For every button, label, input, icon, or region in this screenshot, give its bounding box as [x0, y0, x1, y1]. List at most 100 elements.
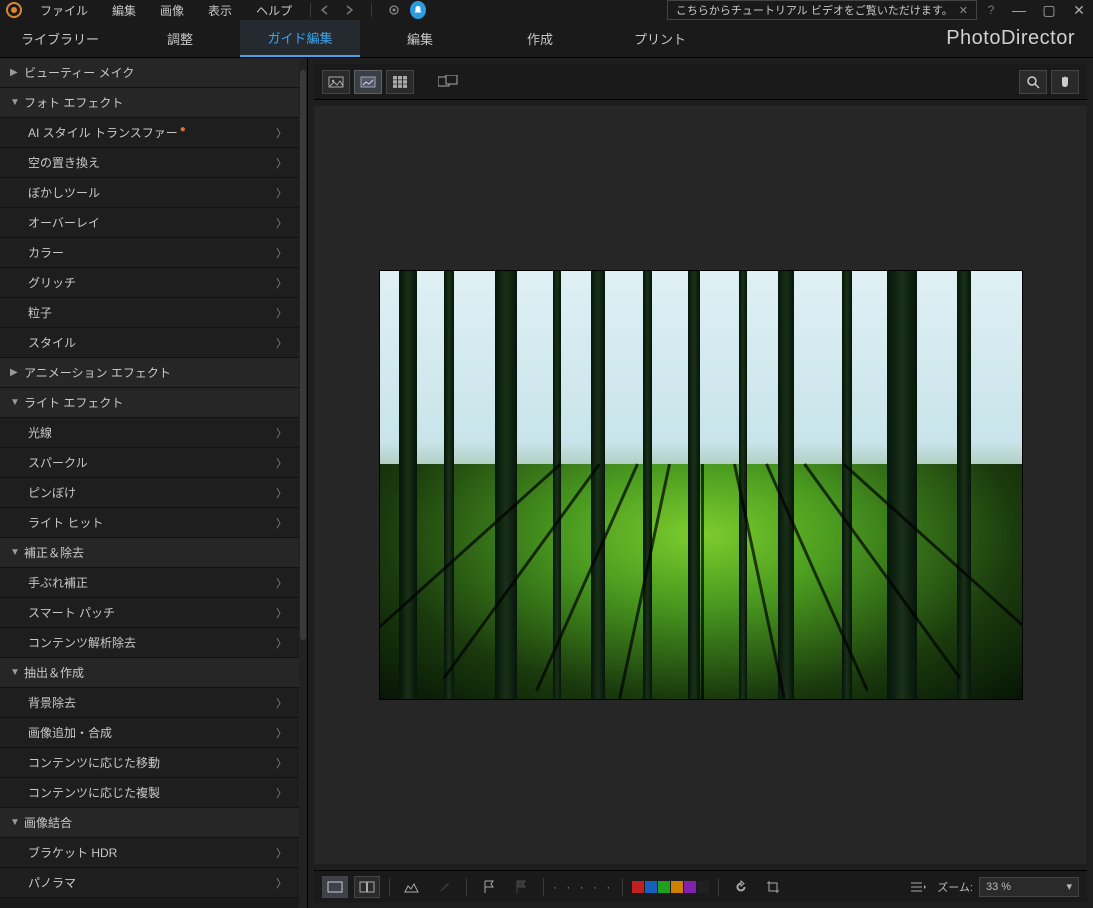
undo-icon[interactable] — [317, 2, 333, 18]
app-brand-label: PhotoDirector — [928, 20, 1093, 57]
chevron-right-icon: 〉 — [276, 335, 287, 351]
chevron-down-icon: ▼ — [10, 547, 24, 558]
list-toggle-icon[interactable] — [905, 876, 931, 898]
sidebar-item[interactable]: 空の置き換え〉 — [0, 148, 299, 178]
viewer-panel: · · · · · ズーム: 33 % ▾ — [308, 58, 1093, 908]
histogram-toggle-icon[interactable] — [399, 876, 425, 898]
sidebar-item-label: 背景除去 — [28, 694, 76, 711]
tab-create[interactable]: 作成 — [480, 20, 600, 57]
tab-edit[interactable]: 編集 — [360, 20, 480, 57]
close-icon[interactable]: ✕ — [959, 4, 968, 17]
sidebar-item[interactable]: 背景除去 〉 — [0, 688, 299, 718]
sidebar-category-label: 補正＆除去 — [24, 544, 84, 561]
tab-guided-edit[interactable]: ガイド編集 — [240, 20, 360, 57]
sidebar-item[interactable]: スパークル〉 — [0, 448, 299, 478]
sidebar-item-label: コンテンツに応じた移動 — [28, 754, 160, 771]
sidebar-item[interactable]: グリッチ〉 — [0, 268, 299, 298]
sidebar-item-label: スパークル — [28, 454, 88, 471]
sidebar-category[interactable]: ▼抽出＆作成 — [0, 658, 299, 688]
chevron-right-icon: ▶ — [10, 67, 24, 78]
sidebar-item[interactable]: 画像追加・合成〉 — [0, 718, 299, 748]
tab-print[interactable]: プリント — [600, 20, 720, 57]
color-swatch[interactable] — [632, 881, 644, 893]
sidebar-item[interactable]: コンテンツ解析除去〉 — [0, 628, 299, 658]
rotate-icon[interactable] — [728, 876, 754, 898]
chevron-right-icon: 〉 — [276, 305, 287, 321]
menu-edit[interactable]: 編集 — [100, 2, 148, 19]
sidebar-item[interactable]: スタイル 〉 — [0, 328, 299, 358]
sidebar-item-label: 粒子 — [28, 304, 52, 321]
sidebar-category[interactable]: ▼フォト エフェクト — [0, 88, 299, 118]
sidebar-item[interactable]: ピンぼけ〉 — [0, 478, 299, 508]
sidebar-item[interactable]: カラー〉 — [0, 238, 299, 268]
app-logo-icon — [4, 0, 24, 20]
sidebar-item-label: 手ぶれ補正 — [28, 574, 88, 591]
sidebar-category[interactable]: ▶ビューティー メイク — [0, 58, 299, 88]
color-swatch[interactable] — [697, 881, 709, 893]
tutorial-banner-button[interactable]: こちらからチュートリアル ビデオをご覧いただけます。 ✕ — [667, 0, 977, 20]
sidebar-category[interactable]: ▶アニメーション エフェクト — [0, 358, 299, 388]
sidebar-item-label: 空の置き換え — [28, 154, 100, 171]
crop-icon[interactable] — [760, 876, 786, 898]
sidebar-item[interactable]: コンテンツに応じた複製〉 — [0, 778, 299, 808]
maximize-button[interactable]: ▢ — [1039, 2, 1059, 19]
notification-bell-icon[interactable] — [410, 2, 426, 18]
sidebar-item[interactable]: オーバーレイ〉 — [0, 208, 299, 238]
zoom-tool-icon[interactable] — [1019, 70, 1047, 94]
dual-monitor-icon[interactable] — [434, 70, 462, 94]
chevron-right-icon: 〉 — [276, 245, 287, 261]
chevron-right-icon: 〉 — [276, 275, 287, 291]
sidebar-category[interactable]: ▼補正＆除去 — [0, 538, 299, 568]
sidebar-item[interactable]: ぼかしツール〉 — [0, 178, 299, 208]
sidebar-item-label: 光線 — [28, 424, 52, 441]
chevron-right-icon: 〉 — [276, 785, 287, 801]
sidebar-category[interactable]: ▼画像結合 — [0, 808, 299, 838]
chevron-right-icon: 〉 — [276, 185, 287, 201]
sidebar-item[interactable]: ライト ヒット〉 — [0, 508, 299, 538]
view-single-icon[interactable] — [322, 70, 350, 94]
reject-flag-icon[interactable] — [508, 876, 534, 898]
color-swatch[interactable] — [684, 881, 696, 893]
sidebar-item[interactable]: 粒子 〉 — [0, 298, 299, 328]
color-swatch[interactable] — [645, 881, 657, 893]
tab-library[interactable]: ライブラリー — [0, 20, 120, 57]
color-swatch[interactable] — [658, 881, 670, 893]
sidebar-item[interactable]: ブラケット HDR〉 — [0, 838, 299, 868]
sidebar-item[interactable]: パノラマ〉 — [0, 868, 299, 898]
image-canvas[interactable] — [314, 106, 1087, 864]
view-grid-icon[interactable] — [386, 70, 414, 94]
pan-hand-icon[interactable] — [1051, 70, 1079, 94]
compare-single-icon[interactable] — [322, 876, 348, 898]
chevron-right-icon: 〉 — [276, 845, 287, 861]
view-fit-icon[interactable] — [354, 70, 382, 94]
sidebar-item[interactable]: コンテンツに応じた移動〉 — [0, 748, 299, 778]
sidebar-item[interactable]: 光線〉 — [0, 418, 299, 448]
sidebar-item-label: ピンぼけ — [28, 484, 76, 501]
menu-image[interactable]: 画像 — [148, 2, 196, 19]
zoom-select[interactable]: 33 % ▾ — [979, 877, 1079, 897]
chevron-right-icon: 〉 — [276, 575, 287, 591]
redo-icon[interactable] — [341, 2, 357, 18]
sidebar-category[interactable]: ▼ライト エフェクト — [0, 388, 299, 418]
viewer-toolbar — [314, 64, 1087, 100]
tab-adjust[interactable]: 調整 — [120, 20, 240, 57]
close-button[interactable]: ✕ — [1069, 2, 1089, 19]
menu-view[interactable]: 表示 — [196, 2, 244, 19]
menu-file[interactable]: ファイル — [28, 2, 100, 19]
sidebar-item[interactable]: スマート パッチ〉 — [0, 598, 299, 628]
help-icon[interactable]: ? — [983, 2, 999, 18]
sidebar-scrollbar[interactable] — [299, 58, 307, 908]
sidebar-item-label: パノラマ — [28, 874, 76, 891]
menu-help[interactable]: ヘルプ — [244, 2, 304, 19]
sidebar-item-label: スタイル — [28, 334, 76, 351]
compare-split-icon[interactable] — [354, 876, 380, 898]
sidebar-item[interactable]: 手ぶれ補正 〉 — [0, 568, 299, 598]
minimize-button[interactable]: — — [1009, 2, 1029, 18]
sidebar-item[interactable]: AI スタイル トランスファー●〉 — [0, 118, 299, 148]
settings-gear-icon[interactable] — [386, 2, 402, 18]
flag-icon[interactable] — [476, 876, 502, 898]
chevron-right-icon: 〉 — [276, 695, 287, 711]
color-swatch[interactable] — [671, 881, 683, 893]
effects-sidebar: ▶ビューティー メイク▼フォト エフェクトAI スタイル トランスファー●〉空の… — [0, 58, 308, 908]
rating-stars[interactable]: · · · · · — [553, 880, 613, 894]
